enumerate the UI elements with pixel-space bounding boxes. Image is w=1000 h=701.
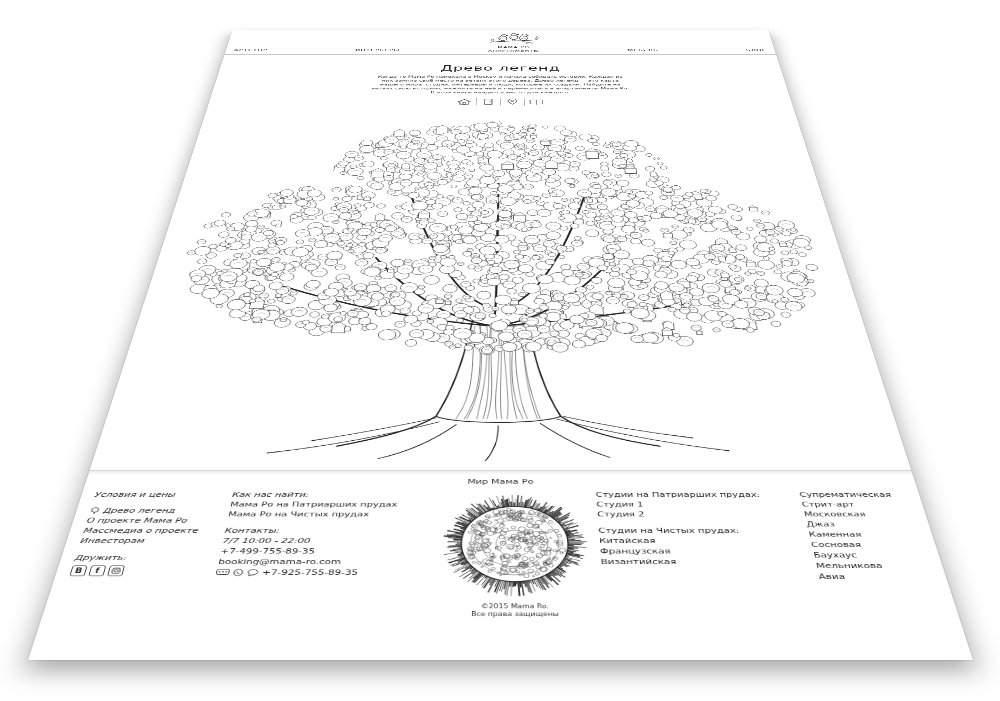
- social-button[interactable]: B: [69, 565, 87, 576]
- spacer: [91, 500, 231, 506]
- footer-link-text[interactable]: Массмедиа о проекте: [82, 526, 200, 536]
- hero-link[interactable]: [476, 97, 500, 106]
- hero-link[interactable]: [525, 97, 549, 106]
- birds-logo-icon: [488, 32, 540, 45]
- spacer: [77, 546, 222, 553]
- page: АРТСТОР ИНТЕРЬЕРЫ МАМА РОАПАРТАМЕНТЫ МЕБЕЛЬ…: [28, 30, 973, 660]
- nav-item[interactable]: ИНТЕРЬЕРЫ: [355, 48, 400, 52]
- separator: [524, 98, 525, 106]
- messenger-row: +7-925-755-89-35: [215, 567, 428, 578]
- footer-link[interactable]: Инвесторам: [79, 536, 224, 546]
- footer: Мир Мама Ро Условия и цены Древо легендО п…: [28, 470, 973, 660]
- speech-bubble-icon: [246, 569, 259, 576]
- hero-link[interactable]: [452, 97, 476, 106]
- messenger-phone[interactable]: +7-925-755-89-35: [261, 567, 358, 578]
- studios: Студии на Патриарших прудах:Студия 1Студ…: [595, 490, 828, 619]
- door-icon: [480, 99, 496, 105]
- copyright: ©2015 Mama Ro.Все права защищены: [471, 603, 559, 618]
- book-icon: [528, 99, 544, 105]
- social-glyph: B: [74, 567, 83, 574]
- logo-text: АПАРТАМЕНТЫ: [488, 49, 540, 52]
- style-link[interactable]: Баухаус: [812, 550, 926, 561]
- page-title: Древо легенд: [440, 64, 560, 72]
- copyright-line: ©2015 Mama Ro.: [471, 603, 559, 611]
- footer-link-text[interactable]: Инвесторам: [79, 536, 146, 546]
- opening-hours: 7/7 10:00 - 22:00: [222, 536, 430, 546]
- studio-group-title: Студии на Патриарших прудах:: [595, 490, 800, 500]
- nav-item[interactable]: АРТСТОР: [233, 48, 268, 52]
- pin-icon: [504, 99, 520, 105]
- style-list: СупрематическаяСтрит-артМосковскаяДжазКа…: [799, 490, 945, 619]
- whatsapp-icon: [232, 569, 244, 576]
- nav-item[interactable]: МЕБЕЛЬ: [627, 48, 658, 52]
- spacer: [598, 519, 807, 525]
- footer-link[interactable]: Условия и цены: [93, 490, 233, 500]
- footer-title: Мир Мама Ро: [98, 478, 903, 486]
- footer-link[interactable]: О проекте Мама Ро: [85, 516, 228, 526]
- social-label: Дружить:: [73, 553, 220, 564]
- style-link[interactable]: Джаз: [805, 519, 917, 529]
- style-link[interactable]: Супрематическая: [799, 490, 908, 500]
- footer-link[interactable]: Массмедиа о проекте: [82, 526, 226, 536]
- chat-icon: [215, 569, 230, 576]
- copyright-line: Все права защищены: [471, 611, 559, 619]
- stage: АРТСТОР ИНТЕРЬЕРЫ МАМА РОАПАРТАМЕНТЫ МЕБЕЛЬ…: [0, 0, 1000, 701]
- social-links: Bf: [69, 565, 217, 576]
- tree-of-legends-icon[interactable]: [92, 118, 909, 463]
- style-link[interactable]: Мельникова: [815, 560, 930, 571]
- planet-icon: [433, 490, 596, 600]
- logo[interactable]: МАМА РОАПАРТАМЕНТЫ: [488, 32, 540, 52]
- footer-columns: Условия и цены Древо легендО проекте Мама…: [56, 490, 945, 619]
- location-link[interactable]: Мама Ро на Чистых прудах: [227, 510, 431, 520]
- footer-link[interactable]: Древо легенд: [88, 506, 230, 516]
- footer-contacts: Как нас найти:Мама Ро на Патриарших пруд…: [207, 490, 432, 619]
- location-link[interactable]: Мама Ро на Патриарших прудах: [229, 500, 431, 510]
- style-link[interactable]: Сосновая: [810, 540, 923, 550]
- find-title: Как нас найти:: [231, 490, 432, 500]
- house-icon: [456, 99, 472, 105]
- intro-text: Когда-то Мама Ро приехала в Москву и нач…: [369, 75, 632, 95]
- camera-icon: [110, 567, 121, 574]
- spacer: [226, 519, 431, 525]
- studio-link[interactable]: Византийская: [600, 557, 816, 568]
- footer-links: Условия и цены Древо легендО проекте Мама…: [56, 490, 233, 619]
- social-glyph: f: [94, 567, 100, 574]
- world-map[interactable]: ©2015 Mama Ro.Все права защищены: [425, 490, 605, 619]
- style-link[interactable]: Московская: [803, 510, 914, 520]
- footer-link-text[interactable]: Древо легенд: [102, 506, 177, 516]
- style-link[interactable]: Авиа: [817, 571, 933, 582]
- email[interactable]: booking@mama-ro.com: [217, 557, 428, 568]
- nav-item[interactable]: БЛОГ: [746, 48, 768, 52]
- contacts-title: Контакты:: [224, 526, 430, 536]
- separator: [500, 98, 501, 106]
- footer-link-text[interactable]: О проекте Мама Ро: [85, 516, 188, 526]
- style-link[interactable]: Стрит-арт: [801, 500, 911, 510]
- hero-link[interactable]: [501, 97, 525, 106]
- studio-link[interactable]: Студия 1: [596, 500, 803, 510]
- hero: Древо легенд Когда-то Мама Ро приехала в …: [208, 55, 793, 106]
- header: АРТСТОР ИНТЕРЬЕРЫ МАМА РОАПАРТАМЕНТЫ МЕБЕЛЬ…: [225, 30, 777, 54]
- logo-text: МАМА РО: [498, 46, 530, 49]
- separator: [476, 98, 477, 106]
- studio-link[interactable]: Китайская: [599, 536, 812, 546]
- hero-icons: [452, 97, 548, 106]
- tree-icon: [89, 507, 101, 514]
- social-button[interactable]: f: [88, 565, 106, 576]
- tree-area: [90, 106, 912, 470]
- footer-link-text[interactable]: Условия и цены: [93, 490, 176, 500]
- studio-link[interactable]: Французская: [600, 546, 814, 556]
- social-button[interactable]: [107, 565, 125, 576]
- phone[interactable]: +7-499-755-89-35: [219, 546, 429, 556]
- studio-link[interactable]: Студия 2: [597, 510, 805, 520]
- style-link[interactable]: Каменная: [808, 529, 920, 539]
- studio-group-title: Студии на Чистых прудах:: [598, 526, 809, 536]
